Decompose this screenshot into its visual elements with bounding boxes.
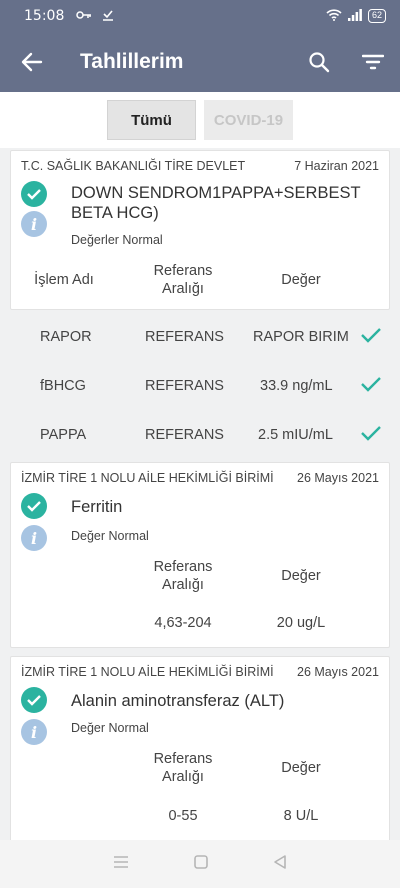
column-header-range: Referans Aralığı	[153, 751, 213, 785]
info-icon[interactable]: i	[21, 525, 47, 551]
test-card[interactable]: T.C. SAĞLIK BAKANLIĞI TİRE DEVLET 7 Hazi…	[10, 150, 390, 310]
sub-test-reference: REFERANS	[145, 427, 224, 443]
back-nav-button[interactable]	[272, 854, 288, 875]
sub-test-value: 33.9 ng/mL	[260, 378, 333, 394]
column-header-value: Değer	[281, 568, 321, 584]
tab-all[interactable]: Tümü	[107, 100, 196, 140]
info-icon[interactable]: i	[21, 719, 47, 745]
sub-test-value: RAPOR BIRIM	[253, 329, 349, 345]
check-icon	[361, 426, 381, 441]
home-nav-button[interactable]	[193, 854, 209, 875]
reference-range: 4,63-204	[154, 615, 212, 631]
column-header-value: Değer	[281, 760, 321, 776]
test-card[interactable]: İZMİR TİRE 1 NOLU AİLE HEKİMLİĞİ BİRİMİ …	[10, 656, 390, 842]
filter-tabs: Tümü COVID-19	[0, 92, 400, 148]
sub-test-name: PAPPA	[40, 427, 87, 443]
filter-icon	[362, 54, 384, 70]
search-icon	[309, 52, 330, 73]
check-circle-icon	[21, 493, 47, 519]
check-circle-icon	[21, 687, 47, 713]
sub-test-value: 2.5 mIU/mL	[258, 427, 333, 443]
info-icon[interactable]: i	[21, 211, 47, 237]
result-status: Değer Normal	[71, 721, 149, 735]
sub-test-reference: REFERANS	[145, 329, 224, 345]
filter-button[interactable]	[355, 44, 391, 80]
wifi-icon	[326, 8, 342, 25]
institution-name: İZMİR TİRE 1 NOLU AİLE HEKİMLİĞİ BİRİMİ	[21, 471, 274, 485]
download-done-icon	[102, 9, 114, 24]
test-name: Ferritin	[71, 498, 123, 516]
list-item: fBHCG REFERANS 33.9 ng/mL	[0, 363, 400, 411]
battery-icon: 62	[367, 9, 386, 23]
home-square-icon	[194, 854, 208, 869]
back-triangle-icon	[274, 854, 287, 869]
check-icon	[361, 328, 381, 343]
column-header-name: İşlem Adı	[34, 272, 94, 288]
sub-test-name: RAPOR	[40, 329, 92, 345]
tab-covid-19[interactable]: COVID-19	[204, 100, 293, 140]
reference-range: 0-55	[168, 808, 198, 824]
test-name: DOWN SENDROM1PAPPA+SERBEST BETA HCG)	[71, 184, 361, 222]
test-card[interactable]: İZMİR TİRE 1 NOLU AİLE HEKİMLİĞİ BİRİMİ …	[10, 462, 390, 648]
page-title: Tahlillerim	[80, 50, 184, 73]
menu-nav-button[interactable]	[112, 855, 130, 874]
search-button[interactable]	[301, 44, 337, 80]
column-header-range: Referans Aralığı	[153, 559, 213, 593]
test-name: Alanin aminotransferaz (ALT)	[71, 692, 285, 710]
institution-name: İZMİR TİRE 1 NOLU AİLE HEKİMLİĞİ BİRİMİ	[21, 665, 274, 679]
institution-name: T.C. SAĞLIK BAKANLIĞI TİRE DEVLET	[21, 159, 246, 173]
test-date: 26 Mayıs 2021	[297, 471, 379, 485]
result-value: 20 ug/L	[276, 615, 326, 631]
column-header-value: Değer	[281, 272, 321, 288]
test-date: 7 Haziran 2021	[294, 159, 379, 173]
result-status: Değerler Normal	[71, 233, 163, 247]
list-item: PAPPA REFERANS 2.5 mIU/mL	[0, 412, 400, 460]
result-value: 8 U/L	[283, 808, 319, 824]
arrow-back-icon	[21, 52, 43, 72]
key-icon	[76, 9, 92, 24]
list-item: RAPOR REFERANS RAPOR BIRIM	[0, 314, 400, 362]
status-bar: 15:08 62	[0, 0, 400, 32]
app-bar: Tahlillerim	[0, 32, 400, 92]
back-button[interactable]	[0, 32, 64, 92]
menu-icon	[113, 855, 128, 868]
signal-icon	[347, 8, 362, 25]
sub-test-name: fBHCG	[40, 378, 86, 394]
test-date: 26 Mayıs 2021	[297, 665, 379, 679]
status-time: 15:08	[24, 8, 65, 24]
check-circle-icon	[21, 181, 47, 207]
column-header-range: Referans Aralığı	[153, 263, 213, 297]
sub-test-reference: REFERANS	[145, 378, 224, 394]
system-navigation-bar	[0, 840, 400, 888]
result-status: Değer Normal	[71, 529, 149, 543]
check-icon	[361, 377, 381, 392]
